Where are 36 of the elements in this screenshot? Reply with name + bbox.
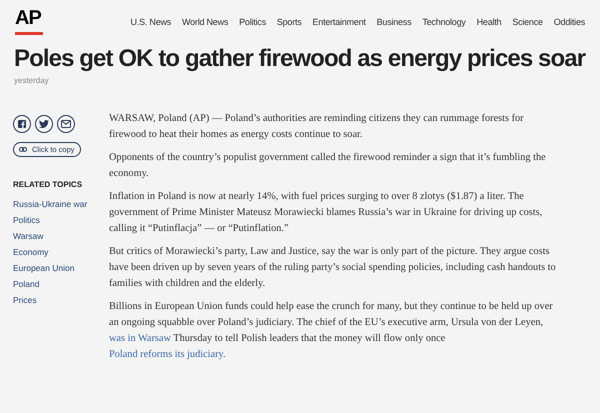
topic-link[interactable]: Russia-Ukraine war [13, 196, 88, 212]
section-heading: RELATED TOPICS [13, 179, 84, 191]
timestamp: yesterday [13, 75, 50, 87]
topic-link[interactable]: Economy [13, 244, 48, 260]
nav-link[interactable]: Science [512, 16, 543, 30]
nav-link[interactable]: Business [376, 16, 412, 30]
nav-link[interactable]: World News [182, 16, 228, 30]
nav-link[interactable]: Health [476, 16, 502, 30]
article-paragraph: Billions in European Union funds could help ease the crunch for many, but they continue to be held up over an ongoing squabble over Poland’s judiciary. The chief of the EU’s executive arm, Ursula von der Leyen, was in Warsaw Thursday to tell Polish leaders that the money will flow only once Poland reforms its judiciary. [109, 300, 554, 362]
inline-link[interactable]: was in Warsaw [109, 333, 171, 344]
nav-link[interactable]: U.S. News [130, 16, 172, 30]
facebook-icon [18, 120, 26, 128]
bird-icon [39, 120, 49, 128]
share-button[interactable] [13, 115, 31, 133]
article-paragraph: But critics of Morawiecki’s party, Law and Justice, say the war is only part of the picture. They argue costs have been driven up by seven years of the ruling party’s social spending policies, including cash handouts to families with children and the elderly. [109, 245, 557, 291]
nav-link[interactable]: Technology [422, 16, 466, 30]
topic-link[interactable]: Poland [13, 276, 40, 292]
nav-link[interactable]: Politics [239, 16, 266, 30]
link-icon [19, 147, 27, 152]
logo-underline [15, 32, 43, 35]
nav-link[interactable]: Entertainment [312, 16, 366, 30]
article-paragraph: WARSAW, Poland (AP) — Poland’s authorities are reminding citizens they can rummage forests for firewood to heat their homes as energy costs continue to soar. [109, 112, 525, 142]
nav-link[interactable]: Oddities [554, 16, 585, 30]
topic-link[interactable]: Prices [13, 292, 37, 308]
headline: Poles get OK to gather firewood as energy prices soar [13, 44, 587, 74]
share-button[interactable] [35, 115, 53, 133]
nav-link[interactable]: Sports [276, 16, 302, 30]
article-paragraph: Opponents of the country’s populist government called the firewood reminder a sign that it’s fumbling the economy. [109, 151, 547, 181]
share-button[interactable] [57, 115, 75, 133]
topic-link[interactable]: Warsaw [13, 228, 44, 244]
logo[interactable]: AP [15, 6, 45, 30]
inline-link[interactable]: Poland reforms its judiciary. [109, 349, 226, 360]
topic-link[interactable]: European Union [13, 260, 74, 276]
topic-link[interactable]: Politics [13, 212, 40, 228]
envelope-icon [61, 120, 71, 128]
article-paragraph: Inflation in Poland is now at nearly 14%, with fuel prices surging to over 8 zlotys ($1.87) a liter. The government of Prime Minister Mateusz Morawiecki blames Russia’s war in Ukraine for driving up costs, calling it “Putinflacja” — or “Putinflation.” [109, 190, 544, 236]
